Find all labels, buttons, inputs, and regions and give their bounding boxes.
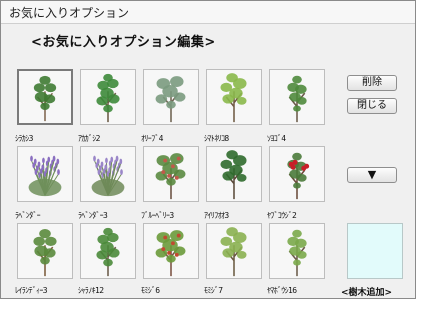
tree-thumbnail[interactable] <box>143 69 199 125</box>
tree-thumbnail[interactable] <box>143 223 199 279</box>
tree-thumbnail[interactable] <box>269 146 325 202</box>
tree-label: ﾔﾌﾞｺｳｼﾞ2 <box>267 211 297 220</box>
tree-image <box>287 229 307 277</box>
tree-thumbnail[interactable] <box>80 146 136 202</box>
tree-image <box>96 73 120 123</box>
tree-label: ﾌﾞﾙｰﾍﾞﾘｰ3 <box>141 211 174 220</box>
tree-label: ｱｶｶﾞｼ2 <box>78 134 100 143</box>
tree-label: ﾗﾍﾞﾝﾀﾞｰ <box>15 211 41 220</box>
tree-thumbnail[interactable] <box>206 223 262 279</box>
tree-label: ｿﾖｺﾞ4 <box>267 134 286 143</box>
tree-image <box>220 150 247 200</box>
tree-image <box>96 227 120 277</box>
tree-label: ﾚｲﾗﾝﾃﾞｨｰ3 <box>15 286 48 295</box>
window-title: お気に入りオプション <box>9 6 130 20</box>
tree-thumbnail[interactable] <box>17 69 73 125</box>
tree-image <box>287 75 307 123</box>
tree-label: ｵﾘｰﾌﾞ4 <box>141 134 163 143</box>
tree-image <box>220 227 247 277</box>
tree-label: ﾓﾐｼﾞ7 <box>204 286 223 295</box>
tree-label: ﾗﾍﾞﾝﾀﾞｰ3 <box>78 211 108 220</box>
tree-thumbnail[interactable] <box>206 69 262 125</box>
tree-image <box>155 153 186 200</box>
tree-thumbnail[interactable] <box>17 223 73 279</box>
title-bar[interactable]: お気に入りオプション <box>1 1 415 24</box>
tree-label: ｱｲﾘﾌｵｵ3 <box>204 211 229 220</box>
tree-label: ﾔﾏﾎﾞｳｼ16 <box>267 286 297 295</box>
add-tree-slot[interactable] <box>347 223 403 279</box>
tree-label: ｼｬﾗﾉｷ12 <box>78 286 104 295</box>
tree-thumbnail[interactable] <box>143 146 199 202</box>
tree-image <box>33 229 57 277</box>
tree-thumbnail[interactable] <box>269 223 325 279</box>
tree-thumbnail[interactable] <box>80 69 136 125</box>
tree-label: ﾓﾐｼﾞ6 <box>141 286 160 295</box>
tree-thumbnail[interactable] <box>17 146 73 202</box>
tree-image <box>287 152 310 200</box>
tree-label: ｼﾏﾄﾈﾘｺ8 <box>204 134 229 143</box>
tree-image <box>155 230 186 277</box>
tree-label: ｼﾗｶｼ3 <box>15 134 33 143</box>
tree-image <box>33 75 57 122</box>
page-heading: <お気に入りオプション編集> <box>31 35 216 50</box>
tree-image <box>155 76 186 123</box>
add-tree-label: <樹木追加> <box>341 288 393 298</box>
tree-image <box>28 155 62 197</box>
tree-thumbnail[interactable] <box>80 223 136 279</box>
tree-image <box>220 73 247 123</box>
scroll-down-button[interactable]: ▼ <box>347 167 397 183</box>
tree-image <box>91 155 125 197</box>
tree-thumbnail[interactable] <box>206 146 262 202</box>
favorites-options-window: お気に入りオプション <お気に入りオプション編集> ｼﾗｶｼ3 ｱｶｶﾞｼ2 ｵﾘｰ… <box>0 0 416 299</box>
tree-thumbnail[interactable] <box>269 69 325 125</box>
delete-button[interactable]: 削除 <box>347 75 397 91</box>
close-button[interactable]: 閉じる <box>347 98 397 114</box>
